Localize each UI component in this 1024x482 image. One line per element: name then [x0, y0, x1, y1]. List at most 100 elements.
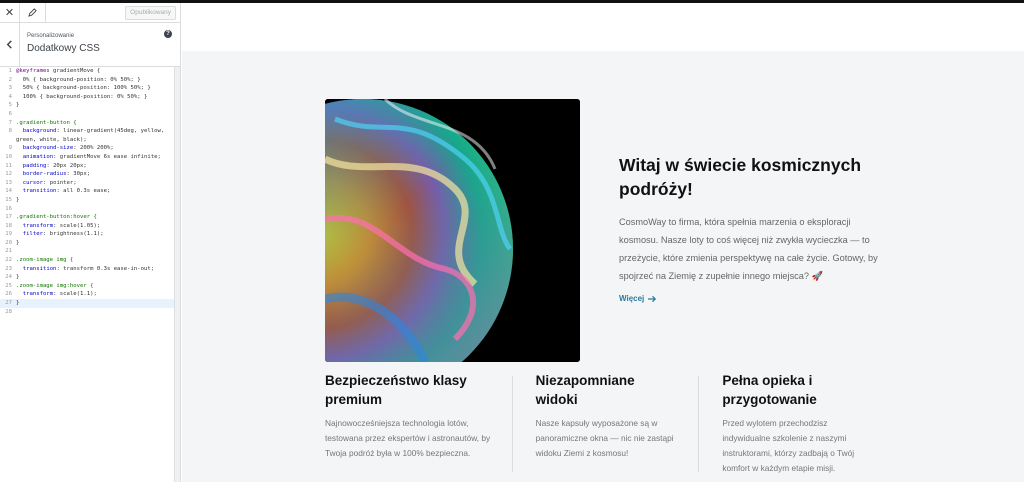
feature-card: Pełna opieka i przygotowanie Przed wylot…	[698, 368, 885, 478]
code-line[interactable]: 5}	[0, 101, 174, 110]
code-line[interactable]: 15}	[0, 196, 174, 205]
more-link[interactable]: Więcej	[619, 294, 889, 303]
code-line[interactable]: 6	[0, 110, 174, 119]
section-header: Personalizowanie Dodatkowy CSS ?	[0, 22, 180, 67]
code-text: }	[16, 239, 20, 246]
code-line[interactable]: 22 .zoom-image img {	[0, 256, 174, 265]
code-line[interactable]: 25 .zoom-image img:hover {	[0, 282, 174, 291]
code-text: background-size: 200% 200%;	[22, 145, 114, 152]
code-line[interactable]: 16	[0, 205, 174, 214]
arrow-right-icon	[648, 295, 657, 302]
code-line[interactable]: 21	[0, 247, 174, 256]
publish-button[interactable]: Opublikowany	[125, 5, 176, 20]
code-text: green, white, black);	[16, 136, 87, 143]
line-number: 1	[8, 68, 12, 74]
feature-card: Bezpieczeństwo klasy premium Najnowocześ…	[325, 368, 512, 478]
code-line[interactable]: 27}	[0, 299, 174, 308]
line-number: 4	[8, 93, 12, 100]
feature-description: Przed wylotem przechodzisz indywidualne …	[722, 418, 855, 473]
line-number: 25	[5, 282, 12, 289]
code-line[interactable]: 8 background: linear-gradient(45deg, yel…	[0, 127, 174, 136]
code-line[interactable]: 7 .gradient-button {	[0, 119, 174, 128]
code-line[interactable]: 23 transition: transform 0.3s ease-in-ou…	[0, 265, 174, 274]
code-line[interactable]: 13 cursor: pointer;	[0, 179, 174, 188]
line-number: 17	[5, 214, 12, 221]
line-number: 27	[5, 300, 12, 307]
feature-description: Nasze kapsuły wyposażone są w panoramicz…	[535, 418, 674, 458]
code-line[interactable]: 20}	[0, 239, 174, 248]
code-text: @keyframes gradientMove {	[16, 68, 101, 74]
line-number: 5	[8, 102, 12, 109]
code-line[interactable]: 17 .gradient-button:hover {	[0, 213, 174, 222]
code-text: }	[16, 300, 20, 307]
code-line[interactable]: 10 animation: gradientMove 6s ease infin…	[0, 153, 174, 162]
chevron-left-icon[interactable]	[0, 22, 20, 67]
code-line[interactable]: 26 transform: scale(1.1);	[0, 290, 174, 299]
line-number: 11	[5, 162, 12, 169]
customizer-panel: ✕ Opublikowany Personalizowanie Dodatkow…	[0, 2, 181, 482]
line-number: 16	[5, 205, 12, 212]
line-number: 2	[8, 76, 12, 83]
line-number: 18	[5, 222, 12, 229]
code-text: transition: all 0.3s ease;	[22, 188, 111, 195]
code-line[interactable]: 11 padding: 20px 20px;	[0, 162, 174, 171]
line-number: 23	[5, 265, 12, 272]
code-line[interactable]: 1 @keyframes gradientMove {	[0, 67, 174, 76]
line-number: 7	[8, 119, 12, 126]
code-line[interactable]: 2 0% { background-position: 0% 50%; }	[0, 76, 174, 85]
feature-card: Niezapomniane widoki Nasze kapsuły wypos…	[511, 368, 699, 478]
line-number: 24	[5, 274, 12, 281]
code-text: .gradient-button {	[16, 119, 77, 126]
line-number: 22	[5, 257, 12, 264]
code-text: .zoom-image img {	[16, 257, 74, 264]
code-text: filter: brightness(1.1);	[22, 231, 104, 238]
code-text: }	[16, 196, 20, 203]
line-number: 8	[8, 128, 12, 135]
code-text: .gradient-button:hover {	[16, 214, 97, 221]
section-title: Dodatkowy CSS	[27, 43, 100, 55]
code-line[interactable]: 14 transition: all 0.3s ease;	[0, 187, 174, 196]
line-number: 3	[8, 85, 12, 92]
code-text: }	[16, 274, 20, 281]
code-line[interactable]: 18 transform: scale(1.05);	[0, 222, 174, 231]
code-line[interactable]: 4 100% { background-position: 0% 50%; }	[0, 93, 174, 102]
feature-title: Bezpieczeństwo klasy premium	[325, 373, 467, 407]
hero-description-text: CosmoWay to firma, która spełnia marzeni…	[619, 217, 878, 281]
code-text: animation: gradientMove 6s ease infinite…	[22, 153, 161, 160]
code-line[interactable]: 24}	[0, 273, 174, 282]
code-line[interactable]: 28	[0, 308, 174, 317]
code-text: transform: scale(1.1);	[22, 291, 97, 298]
hero-description: CosmoWay to firma, która spełnia marzeni…	[619, 213, 889, 285]
code-text: 50% { background-position: 100% 50%; }	[16, 85, 151, 92]
section-parent-label: Personalizowanie	[27, 32, 75, 39]
close-icon[interactable]: ✕	[0, 2, 20, 23]
code-line[interactable]: 19 filter: brightness(1.1);	[0, 230, 174, 239]
code-text: cursor: pointer;	[22, 179, 77, 186]
features-row: Bezpieczeństwo klasy premium Najnowocześ…	[325, 368, 885, 478]
line-number: 21	[5, 248, 12, 255]
code-line[interactable]: 3 50% { background-position: 100% 50%; }	[0, 84, 174, 93]
line-number	[0, 136, 16, 145]
code-text: border-radius: 30px;	[22, 171, 91, 178]
line-number: 9	[8, 145, 12, 152]
code-line[interactable]: 12 border-radius: 30px;	[0, 170, 174, 179]
code-line[interactable]: green, white, black);	[0, 136, 174, 145]
site-preview: Witaj w świecie kosmicznych podróży! Cos…	[182, 3, 1024, 482]
rocket-icon: 🚀	[811, 271, 823, 281]
help-icon[interactable]: ?	[164, 30, 172, 38]
line-number: 28	[5, 308, 12, 315]
line-number: 14	[5, 188, 12, 195]
hero-title: Witaj w świecie kosmicznych podróży!	[619, 155, 862, 199]
code-text: }	[16, 102, 20, 109]
hero-content: Witaj w świecie kosmicznych podróży! Cos…	[619, 153, 889, 303]
code-line[interactable]: 9 background-size: 200% 200%;	[0, 144, 174, 153]
code-text: transition: transform 0.3s ease-in-out;	[22, 265, 155, 272]
css-code-editor[interactable]: 1 @keyframes gradientMove { 2 0% { backgro…	[0, 67, 175, 482]
customizer-header: ✕ Opublikowany	[0, 2, 180, 23]
line-number: 20	[5, 239, 12, 246]
pencil-icon[interactable]	[20, 2, 46, 23]
code-text: background: linear-gradient(45deg, yello…	[22, 128, 165, 135]
line-number: 26	[5, 291, 12, 298]
more-link-label: Więcej	[619, 294, 645, 303]
code-text: transform: scale(1.05);	[22, 222, 101, 229]
